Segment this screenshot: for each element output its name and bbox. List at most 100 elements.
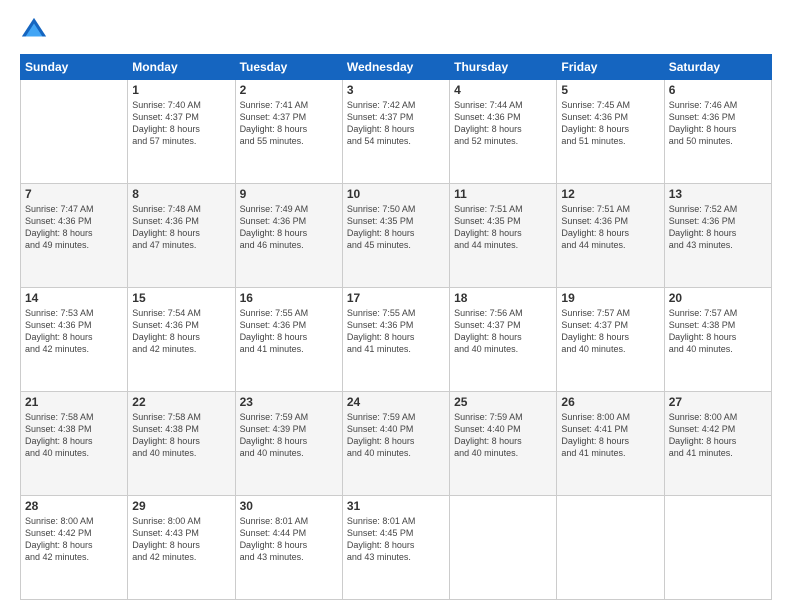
day-number: 25 bbox=[454, 395, 552, 409]
day-content: Sunrise: 7:40 AM Sunset: 4:37 PM Dayligh… bbox=[132, 99, 230, 148]
calendar-cell: 4Sunrise: 7:44 AM Sunset: 4:36 PM Daylig… bbox=[450, 80, 557, 184]
day-content: Sunrise: 8:00 AM Sunset: 4:42 PM Dayligh… bbox=[25, 515, 123, 564]
day-number: 4 bbox=[454, 83, 552, 97]
calendar-cell: 12 Sunrise: 7:51 AM Sunset: 4:36 PM Dayli… bbox=[557, 184, 664, 288]
day-content: Sunrise: 7:53 AM Sunset: 4:36 PM Dayligh… bbox=[25, 307, 123, 356]
day-content: Sunrise: 7:51 AM Sunset: 4:35 PM Dayligh… bbox=[454, 203, 552, 252]
logo bbox=[20, 16, 52, 44]
calendar-cell: 24 Sunrise: 7:59 AM Sunset: 4:40 PM Dayli… bbox=[342, 392, 449, 496]
day-number: 5 bbox=[561, 83, 659, 97]
calendar-cell: 14 Sunrise: 7:53 AM Sunset: 4:36 PM Dayli… bbox=[21, 288, 128, 392]
calendar-cell bbox=[450, 496, 557, 600]
calendar-cell: 11 Sunrise: 7:51 AM Sunset: 4:35 PM Dayli… bbox=[450, 184, 557, 288]
calendar-cell: 30Sunrise: 8:01 AM Sunset: 4:44 PM Dayli… bbox=[235, 496, 342, 600]
calendar-cell: 10Sunrise: 7:50 AM Sunset: 4:35 PM Dayli… bbox=[342, 184, 449, 288]
day-content: Sunrise: 7:59 AM Sunset: 4:39 PM Dayligh… bbox=[240, 411, 338, 460]
calendar-header: SundayMondayTuesdayWednesdayThursdayFrid… bbox=[21, 55, 772, 80]
header-cell-friday: Friday bbox=[557, 55, 664, 80]
day-number: 26 bbox=[561, 395, 659, 409]
day-content: Sunrise: 8:01 AM Sunset: 4:45 PM Dayligh… bbox=[347, 515, 445, 564]
header-cell-tuesday: Tuesday bbox=[235, 55, 342, 80]
calendar-cell: 9Sunrise: 7:49 AM Sunset: 4:36 PM Daylig… bbox=[235, 184, 342, 288]
calendar-cell: 3 Sunrise: 7:42 AM Sunset: 4:37 PM Daylig… bbox=[342, 80, 449, 184]
day-content: Sunrise: 7:59 AM Sunset: 4:40 PM Dayligh… bbox=[347, 411, 445, 460]
calendar-cell: 5 Sunrise: 7:45 AM Sunset: 4:36 PM Daylig… bbox=[557, 80, 664, 184]
calendar-cell: 29 Sunrise: 8:00 AM Sunset: 4:43 PM Dayli… bbox=[128, 496, 235, 600]
day-number: 17 bbox=[347, 291, 445, 305]
day-content: Sunrise: 7:48 AM Sunset: 4:36 PM Dayligh… bbox=[132, 203, 230, 252]
calendar-cell: 28 Sunrise: 8:00 AM Sunset: 4:42 PM Dayli… bbox=[21, 496, 128, 600]
day-number: 16 bbox=[240, 291, 338, 305]
day-number: 29 bbox=[132, 499, 230, 513]
day-number: 22 bbox=[132, 395, 230, 409]
day-number: 1 bbox=[132, 83, 230, 97]
day-content: Sunrise: 7:45 AM Sunset: 4:36 PM Dayligh… bbox=[561, 99, 659, 148]
calendar-cell: 16Sunrise: 7:55 AM Sunset: 4:36 PM Dayli… bbox=[235, 288, 342, 392]
day-number: 31 bbox=[347, 499, 445, 513]
week-row-4: 28 Sunrise: 8:00 AM Sunset: 4:42 PM Dayli… bbox=[21, 496, 772, 600]
calendar-cell: 8 Sunrise: 7:48 AM Sunset: 4:36 PM Daylig… bbox=[128, 184, 235, 288]
day-number: 8 bbox=[132, 187, 230, 201]
calendar-cell: 7 Sunrise: 7:47 AM Sunset: 4:36 PM Daylig… bbox=[21, 184, 128, 288]
day-number: 2 bbox=[240, 83, 338, 97]
day-number: 3 bbox=[347, 83, 445, 97]
day-content: Sunrise: 8:00 AM Sunset: 4:41 PM Dayligh… bbox=[561, 411, 659, 460]
day-content: Sunrise: 7:51 AM Sunset: 4:36 PM Dayligh… bbox=[561, 203, 659, 252]
calendar-cell: 6 Sunrise: 7:46 AM Sunset: 4:36 PM Daylig… bbox=[664, 80, 771, 184]
day-number: 24 bbox=[347, 395, 445, 409]
day-content: Sunrise: 7:55 AM Sunset: 4:36 PM Dayligh… bbox=[347, 307, 445, 356]
calendar-cell: 13 Sunrise: 7:52 AM Sunset: 4:36 PM Dayli… bbox=[664, 184, 771, 288]
day-content: Sunrise: 8:00 AM Sunset: 4:43 PM Dayligh… bbox=[132, 515, 230, 564]
day-number: 9 bbox=[240, 187, 338, 201]
day-content: Sunrise: 7:42 AM Sunset: 4:37 PM Dayligh… bbox=[347, 99, 445, 148]
calendar-cell: 25 Sunrise: 7:59 AM Sunset: 4:40 PM Dayli… bbox=[450, 392, 557, 496]
day-content: Sunrise: 7:56 AM Sunset: 4:37 PM Dayligh… bbox=[454, 307, 552, 356]
day-number: 14 bbox=[25, 291, 123, 305]
day-content: Sunrise: 8:00 AM Sunset: 4:42 PM Dayligh… bbox=[669, 411, 767, 460]
day-content: Sunrise: 7:41 AM Sunset: 4:37 PM Dayligh… bbox=[240, 99, 338, 148]
calendar-body: 1 Sunrise: 7:40 AM Sunset: 4:37 PM Daylig… bbox=[21, 80, 772, 600]
day-number: 10 bbox=[347, 187, 445, 201]
calendar-cell: 31 Sunrise: 8:01 AM Sunset: 4:45 PM Dayli… bbox=[342, 496, 449, 600]
day-content: Sunrise: 8:01 AM Sunset: 4:44 PM Dayligh… bbox=[240, 515, 338, 564]
day-number: 12 bbox=[561, 187, 659, 201]
calendar-cell bbox=[664, 496, 771, 600]
day-content: Sunrise: 7:57 AM Sunset: 4:37 PM Dayligh… bbox=[561, 307, 659, 356]
header-cell-sunday: Sunday bbox=[21, 55, 128, 80]
day-content: Sunrise: 7:58 AM Sunset: 4:38 PM Dayligh… bbox=[25, 411, 123, 460]
calendar-cell: 19Sunrise: 7:57 AM Sunset: 4:37 PM Dayli… bbox=[557, 288, 664, 392]
day-number: 20 bbox=[669, 291, 767, 305]
calendar-cell: 1 Sunrise: 7:40 AM Sunset: 4:37 PM Daylig… bbox=[128, 80, 235, 184]
day-number: 23 bbox=[240, 395, 338, 409]
week-row-2: 14 Sunrise: 7:53 AM Sunset: 4:36 PM Dayli… bbox=[21, 288, 772, 392]
header-cell-monday: Monday bbox=[128, 55, 235, 80]
day-content: Sunrise: 7:47 AM Sunset: 4:36 PM Dayligh… bbox=[25, 203, 123, 252]
day-number: 28 bbox=[25, 499, 123, 513]
header-cell-thursday: Thursday bbox=[450, 55, 557, 80]
day-number: 27 bbox=[669, 395, 767, 409]
calendar-cell: 27 Sunrise: 8:00 AM Sunset: 4:42 PM Dayli… bbox=[664, 392, 771, 496]
day-number: 13 bbox=[669, 187, 767, 201]
page: SundayMondayTuesdayWednesdayThursdayFrid… bbox=[0, 0, 792, 612]
header-cell-saturday: Saturday bbox=[664, 55, 771, 80]
day-number: 7 bbox=[25, 187, 123, 201]
calendar-cell: 17 Sunrise: 7:55 AM Sunset: 4:36 PM Dayli… bbox=[342, 288, 449, 392]
day-content: Sunrise: 7:58 AM Sunset: 4:38 PM Dayligh… bbox=[132, 411, 230, 460]
calendar-cell bbox=[21, 80, 128, 184]
week-row-1: 7 Sunrise: 7:47 AM Sunset: 4:36 PM Daylig… bbox=[21, 184, 772, 288]
day-content: Sunrise: 7:59 AM Sunset: 4:40 PM Dayligh… bbox=[454, 411, 552, 460]
calendar-table: SundayMondayTuesdayWednesdayThursdayFrid… bbox=[20, 54, 772, 600]
day-content: Sunrise: 7:52 AM Sunset: 4:36 PM Dayligh… bbox=[669, 203, 767, 252]
header-row: SundayMondayTuesdayWednesdayThursdayFrid… bbox=[21, 55, 772, 80]
week-row-0: 1 Sunrise: 7:40 AM Sunset: 4:37 PM Daylig… bbox=[21, 80, 772, 184]
logo-icon bbox=[20, 16, 48, 44]
header bbox=[20, 16, 772, 44]
day-number: 15 bbox=[132, 291, 230, 305]
day-number: 11 bbox=[454, 187, 552, 201]
header-cell-wednesday: Wednesday bbox=[342, 55, 449, 80]
day-content: Sunrise: 7:54 AM Sunset: 4:36 PM Dayligh… bbox=[132, 307, 230, 356]
calendar-cell: 15 Sunrise: 7:54 AM Sunset: 4:36 PM Dayli… bbox=[128, 288, 235, 392]
day-content: Sunrise: 7:46 AM Sunset: 4:36 PM Dayligh… bbox=[669, 99, 767, 148]
day-number: 6 bbox=[669, 83, 767, 97]
week-row-3: 21Sunrise: 7:58 AM Sunset: 4:38 PM Dayli… bbox=[21, 392, 772, 496]
